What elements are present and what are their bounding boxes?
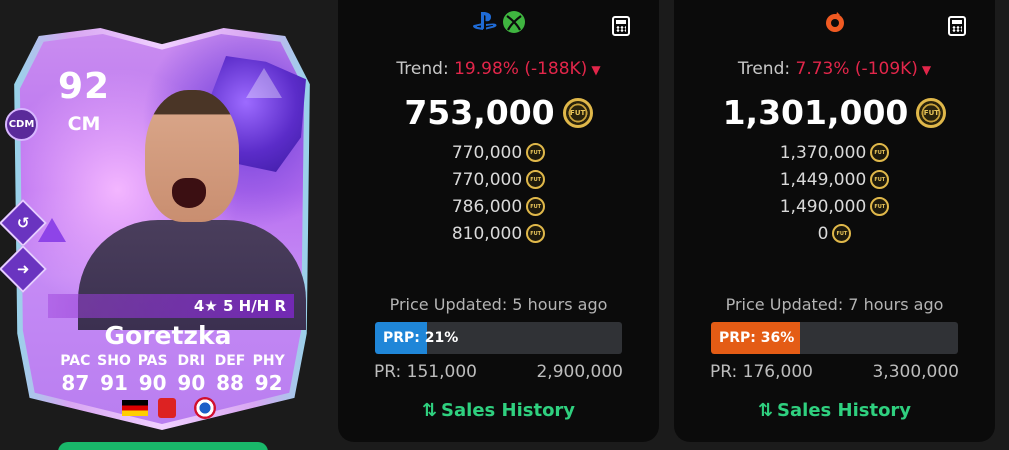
price-range-max: 2,900,000: [536, 362, 623, 382]
nation-flag-icon: [122, 400, 148, 416]
prp-label: PRP: 21%: [383, 330, 459, 346]
main-price: 1,301,000 FUT: [674, 93, 995, 132]
stat-pac: PAC 87: [60, 353, 91, 395]
price-updated-text: Price Updated: 5 hours ago: [389, 295, 608, 314]
price-range-max: 3,300,000: [872, 362, 959, 382]
trend-label: Trend:: [396, 59, 449, 79]
sort-arrows-icon: ⇅: [421, 400, 438, 421]
price-row: 770,000 FUT: [338, 166, 659, 193]
main-price: 753,000 FUT: [338, 93, 659, 132]
coin-icon: FUT: [526, 224, 546, 243]
sort-arrows-icon: ⇅: [757, 400, 774, 421]
calculator-icon[interactable]: [612, 16, 630, 36]
coin-icon: FUT: [526, 170, 546, 189]
price-range-min: PR: 151,000: [374, 362, 477, 382]
xbox-icon: [502, 11, 525, 33]
stat-sho: SHO 91: [97, 353, 131, 395]
sales-history-link[interactable]: ⇅ Sales History: [674, 400, 995, 421]
coin-icon: FUT: [562, 97, 593, 128]
calculator-icon[interactable]: [948, 16, 966, 36]
prp-bar: PRP: 36%: [711, 322, 958, 354]
player-name: Goretzka: [104, 321, 232, 350]
price-updated-text: Price Updated: 7 hours ago: [725, 295, 944, 314]
pc-price-panel: Trend: 7.73% (-109K) ▼ 1,301,000 FUT 1,37…: [674, 0, 995, 442]
price-row: 0 FUT: [674, 220, 995, 247]
console-price-panel: Trend: 19.98% (-188K) ▼ 753,000 FUT 770,0…: [338, 0, 659, 442]
price-list: 1,370,000 FUT 1,449,000 FUT 1,490,000 FUT 0…: [674, 139, 995, 247]
main-price-value: 1,301,000: [722, 93, 909, 132]
trend-down-icon: ▼: [591, 63, 601, 77]
player-rating: 92: [57, 66, 111, 107]
sales-history-link[interactable]: ⇅ Sales History: [338, 400, 659, 421]
price-range: PR: 176,000 3,300,000: [710, 362, 959, 382]
platform-icons: [674, 10, 995, 34]
price-row: 1,490,000 FUT: [674, 193, 995, 220]
stat-phy: PHY 92: [252, 353, 285, 395]
price-row: 1,370,000 FUT: [674, 139, 995, 166]
coin-icon: FUT: [526, 143, 546, 162]
club-badge-icon: [194, 397, 216, 419]
price-range: PR: 151,000 2,900,000: [374, 362, 623, 382]
price-range-min: PR: 176,000: [710, 362, 813, 382]
coin-icon: FUT: [870, 170, 890, 189]
stats-grid: PAC 87 SHO 91 PAS 90 DRI 90 DEF 88 PHY 92: [56, 353, 288, 395]
main-price-value: 753,000: [404, 93, 555, 132]
coin-icon: FUT: [870, 143, 890, 162]
coin-icon: FUT: [526, 197, 546, 216]
skills-workrates: 4★ 5 H/H R: [48, 294, 294, 318]
role-badge[interactable]: CDM: [5, 108, 38, 141]
trend-label: Trend:: [737, 59, 791, 79]
coin-icon: FUT: [832, 224, 852, 243]
prp-bar: PRP: 21%: [375, 322, 622, 354]
price-row: 1,449,000 FUT: [674, 166, 995, 193]
player-position: CM: [67, 113, 101, 135]
green-action-button[interactable]: [58, 442, 268, 450]
coin-icon: FUT: [916, 97, 947, 128]
stat-dri: DRI 90: [177, 353, 206, 395]
triangle-decoration: [246, 68, 282, 98]
player-image-mouth: [172, 178, 206, 208]
origin-icon: [825, 12, 844, 32]
stat-pas: PAS 90: [137, 353, 168, 395]
coin-icon: FUT: [870, 197, 890, 216]
trend-value: 19.98% (-188K): [454, 59, 588, 79]
trend-line: Trend: 7.73% (-109K) ▼: [674, 59, 995, 79]
trend-value: 7.73% (-109K): [795, 59, 918, 79]
price-row: 770,000 FUT: [338, 139, 659, 166]
prp-label: PRP: 36%: [719, 330, 795, 346]
price-row: 786,000 FUT: [338, 193, 659, 220]
playstation-icon: [472, 12, 497, 30]
price-row: 810,000 FUT: [338, 220, 659, 247]
league-logo-icon: [158, 398, 176, 418]
player-card[interactable]: 92 CM 4★ 5 H/H R Goretzka PAC 87 SHO 91 PA…: [14, 28, 310, 430]
trend-line: Trend: 19.98% (-188K) ▼: [338, 59, 659, 79]
trend-down-icon: ▼: [921, 63, 932, 77]
stat-def: DEF 88: [214, 353, 246, 395]
platform-icons: [338, 10, 659, 34]
price-list: 770,000 FUT 770,000 FUT 786,000 FUT 810,000…: [338, 139, 659, 247]
